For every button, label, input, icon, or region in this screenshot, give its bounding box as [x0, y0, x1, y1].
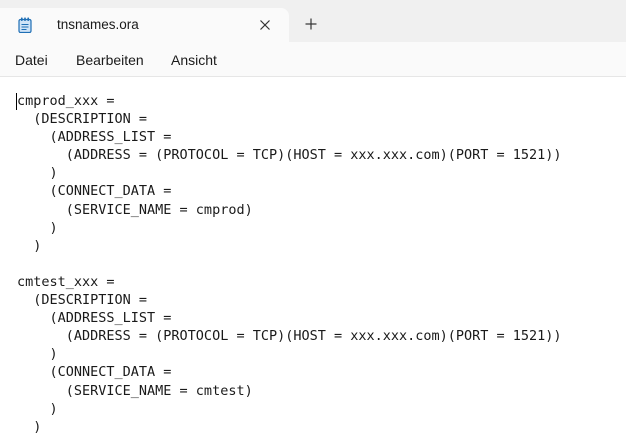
tab-strip: tnsnames.ora [0, 0, 626, 42]
text-editor[interactable]: cmprod_xxx = (DESCRIPTION = (ADDRESS_LIS… [0, 77, 626, 446]
plus-icon [305, 18, 317, 30]
menu-bearbeiten[interactable]: Bearbeiten [76, 52, 144, 68]
menu-datei[interactable]: Datei [15, 52, 48, 68]
notepad-icon [18, 17, 32, 34]
new-tab-button[interactable] [301, 14, 321, 34]
notepad-window: tnsnames.ora Datei Bearbeiten Ansicht cm… [0, 0, 626, 446]
editor-content[interactable]: cmprod_xxx = (DESCRIPTION = (ADDRESS_LIS… [17, 92, 562, 436]
close-icon[interactable] [257, 17, 273, 33]
tab-tnsnames[interactable]: tnsnames.ora [0, 8, 289, 42]
menu-bar: Datei Bearbeiten Ansicht [0, 42, 626, 77]
tab-title: tnsnames.ora [57, 17, 139, 32]
menu-ansicht[interactable]: Ansicht [171, 52, 217, 68]
